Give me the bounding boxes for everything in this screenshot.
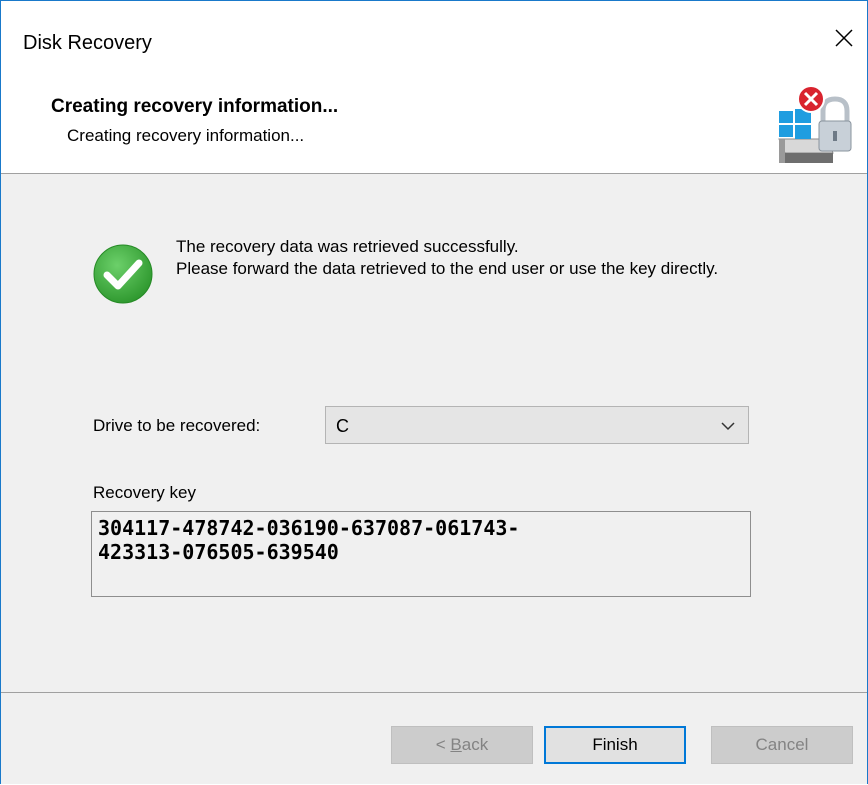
finish-button-label: Finish — [592, 735, 638, 754]
recovery-key-label: Recovery key — [93, 483, 196, 502]
finish-button[interactable]: Finish — [544, 726, 686, 764]
cancel-button-label: Cancel — [755, 735, 809, 754]
back-button[interactable]: < Back — [391, 726, 533, 764]
status-line-2: Please forward the data retrieved to the… — [176, 259, 719, 278]
recovery-key-field[interactable]: 304117-478742-036190-637087-061743- 4233… — [91, 511, 751, 597]
window-title: Disk Recovery — [23, 32, 152, 54]
wizard-header: Creating recovery information... Creatin… — [1, 81, 867, 173]
status-line-1: The recovery data was retrieved successf… — [176, 237, 519, 256]
drive-select[interactable]: C — [325, 406, 749, 444]
back-button-prefix: < — [435, 735, 451, 754]
header-subtitle: Creating recovery information... — [67, 126, 305, 145]
close-button[interactable] — [821, 15, 867, 61]
drive-label: Drive to be recovered: — [93, 416, 261, 435]
status-message: The recovery data was retrieved successf… — [176, 236, 756, 280]
wizard-footer: < Back Finish Cancel — [1, 693, 867, 784]
disk-recovery-dialog: Disk Recovery Creating recovery informat… — [0, 0, 868, 784]
wizard-content: The recovery data was retrieved successf… — [1, 174, 867, 692]
title-bar: Disk Recovery — [1, 1, 867, 81]
drive-select-value: C — [336, 416, 349, 436]
back-button-label: Back — [450, 735, 489, 754]
success-check-icon — [93, 244, 153, 304]
header-title: Creating recovery information... — [51, 96, 339, 117]
disk-lock-error-icon — [778, 85, 852, 163]
cancel-button[interactable]: Cancel — [711, 726, 853, 764]
close-icon — [835, 29, 853, 47]
chevron-down-icon — [721, 422, 735, 431]
recovery-key-line-1: 304117-478742-036190-637087-061743- — [98, 516, 520, 540]
recovery-key-line-2: 423313-076505-639540 — [98, 540, 339, 564]
